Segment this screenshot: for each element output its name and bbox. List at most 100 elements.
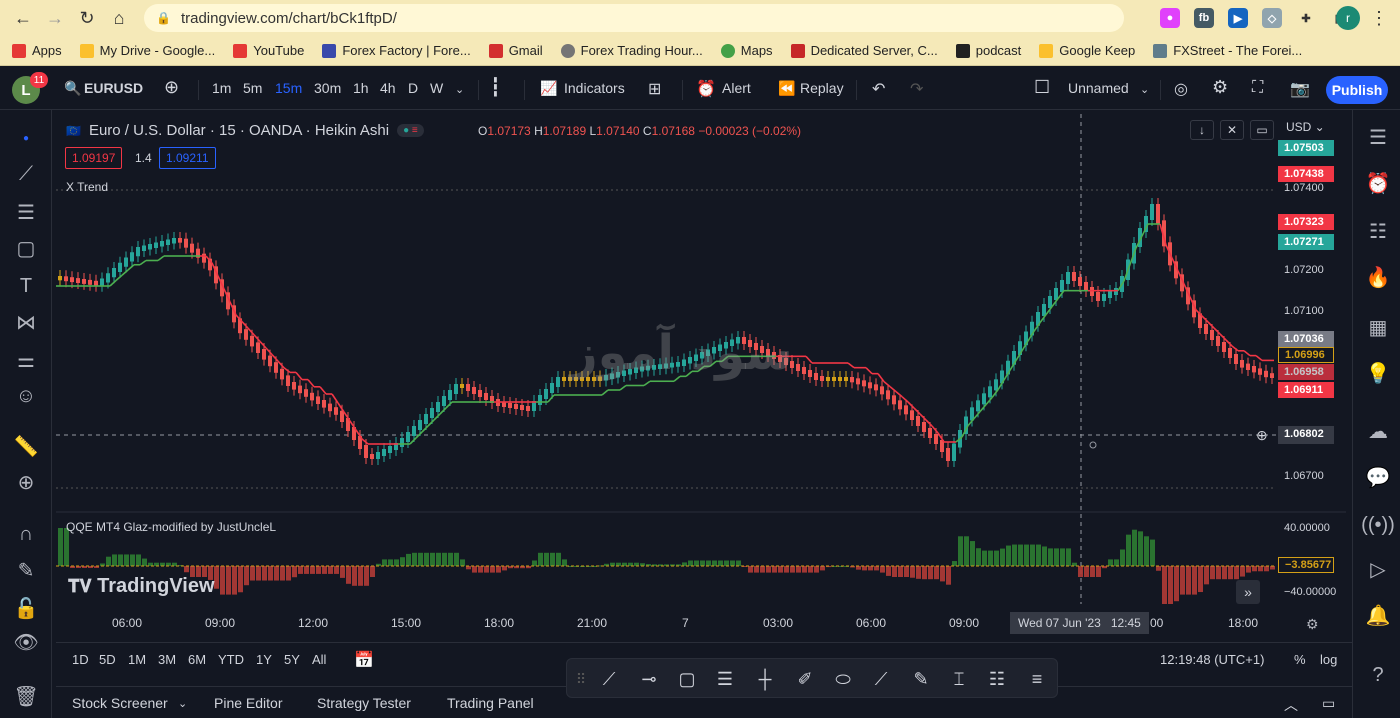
bookmark-fxstreet[interactable]: FXStreet - The Forei... xyxy=(1153,43,1302,58)
back-icon[interactable]: ← xyxy=(8,3,38,33)
zoom-icon[interactable]: ⊕ xyxy=(14,470,38,494)
scroll-right-icon[interactable]: » xyxy=(1236,580,1260,604)
bookmark-forexfactory[interactable]: Forex Factory | Fore... xyxy=(322,43,471,58)
trend-line-icon[interactable]: ⟋ xyxy=(597,667,621,691)
layout-name[interactable]: Unnamed xyxy=(1068,80,1129,96)
range-6m[interactable]: 6M xyxy=(188,652,206,667)
interval-4h[interactable]: 4h xyxy=(380,80,396,96)
replay-button[interactable]: Replay xyxy=(800,80,844,96)
text-cursor-icon[interactable]: ⌶ xyxy=(947,667,971,691)
collapse-icon[interactable]: ✕ xyxy=(1220,120,1244,140)
interval-30m[interactable]: 30m xyxy=(314,80,341,96)
sell-button[interactable]: 1.09197 xyxy=(65,147,123,169)
watchlist-icon[interactable]: ☰ xyxy=(1365,124,1391,150)
home-icon[interactable]: ⌂ xyxy=(104,3,134,33)
search-icon[interactable]: 🔍 xyxy=(64,80,81,97)
signals-icon[interactable]: ((•)) xyxy=(1361,512,1395,538)
trend-line-icon[interactable]: ⟋ xyxy=(14,162,38,186)
tab-stock-screener[interactable]: Stock Screener xyxy=(72,695,168,711)
add-symbol-icon[interactable]: ⊕ xyxy=(164,77,179,98)
bookmark-drive[interactable]: My Drive - Google... xyxy=(79,43,215,58)
arrow-down-icon[interactable]: ↓ xyxy=(1190,120,1214,140)
trash-icon[interactable]: 🗑 xyxy=(13,684,38,708)
interval-1m[interactable]: 1m xyxy=(212,80,231,96)
puzzle-icon[interactable]: ✚ xyxy=(1296,8,1316,28)
lock-icon[interactable]: 🔓 xyxy=(14,596,39,620)
interval-w[interactable]: W xyxy=(430,80,443,96)
ray-icon[interactable]: ⟋ xyxy=(869,667,893,691)
clock-label[interactable]: 12:19:48 (UTC+1) xyxy=(1160,652,1264,667)
range-5y[interactable]: 5Y xyxy=(284,652,300,667)
ellipse-icon[interactable]: ⬭ xyxy=(831,667,855,691)
maximize-icon[interactable]: ▭ xyxy=(1250,120,1274,140)
address-bar[interactable]: 🔒 tradingview.com/chart/bCk1ftpD/ xyxy=(144,4,1124,32)
range-1d[interactable]: 1D xyxy=(72,652,89,667)
pattern-icon[interactable]: ⋈ xyxy=(14,310,38,334)
reload-icon[interactable]: ↻ xyxy=(72,3,102,33)
profile-avatar[interactable]: r xyxy=(1336,6,1360,30)
streams-icon[interactable]: ☁ xyxy=(1365,418,1391,444)
percent-toggle[interactable]: % xyxy=(1294,652,1306,667)
bookmark-apps[interactable]: Apps xyxy=(12,43,62,58)
eye-icon[interactable]: 👁 xyxy=(13,630,38,654)
currency-selector[interactable]: USD ⌄ xyxy=(1286,120,1325,134)
candle-type-icon[interactable]: ┇ xyxy=(490,77,501,98)
text-icon[interactable]: T xyxy=(14,274,38,298)
bookmark-forex-hours[interactable]: Forex Trading Hour... xyxy=(560,43,703,58)
rectangle-icon[interactable]: ▢ xyxy=(675,667,699,691)
fullscreen-icon[interactable]: ⛶ xyxy=(1252,79,1263,97)
interval-d[interactable]: D xyxy=(408,80,418,96)
replay-icon[interactable]: ⏪ xyxy=(778,80,795,97)
drag-handle-icon[interactable]: ⠿ xyxy=(569,667,593,691)
layout-icon[interactable]: ☐ xyxy=(1034,77,1050,98)
parallel-channel-icon[interactable]: ☰ xyxy=(713,667,737,691)
extension-icon[interactable]: fb xyxy=(1194,8,1214,28)
publish-button[interactable]: Publish xyxy=(1326,76,1388,104)
chevron-down-icon[interactable]: ⌄ xyxy=(1140,83,1149,96)
extension-icon[interactable]: ● xyxy=(1160,8,1180,28)
camera-icon[interactable]: 📷 xyxy=(1290,79,1310,99)
forward-icon[interactable]: → xyxy=(40,3,70,33)
symbol-legend[interactable]: 🇪🇺 Euro / U.S. Dollar · 15 · OANDA · Hei… xyxy=(66,122,424,139)
quick-search-icon[interactable]: ◎ xyxy=(1174,79,1188,99)
hotlist-icon[interactable]: 🔥 xyxy=(1365,264,1391,290)
indicator-label[interactable]: QQE MT4 Glaz-modified by JustUncleL xyxy=(66,520,276,534)
undo-icon[interactable]: ↶ xyxy=(872,79,885,99)
magnet-icon[interactable]: ∩ xyxy=(14,522,38,546)
menu-icon[interactable]: ⋮ xyxy=(1364,3,1394,33)
prediction-icon[interactable]: ⚌ xyxy=(14,348,38,372)
interval-5m[interactable]: 5m xyxy=(243,80,262,96)
alert-button[interactable]: Alert xyxy=(722,80,751,96)
bookmark-podcast[interactable]: podcast xyxy=(955,43,1021,58)
fib-icon[interactable]: ☰ xyxy=(14,200,38,224)
notifications-icon[interactable]: 🔔 xyxy=(1365,602,1391,628)
ruler-icon[interactable]: 📏 xyxy=(14,434,39,458)
chevron-down-icon[interactable]: ⌄ xyxy=(178,697,187,710)
tab-strategy-tester[interactable]: Strategy Tester xyxy=(317,695,411,711)
chat-icon[interactable]: 💬 xyxy=(1365,464,1391,490)
buy-button[interactable]: 1.09211 xyxy=(159,147,216,169)
range-all[interactable]: All xyxy=(312,652,326,667)
bookmark-keep[interactable]: Google Keep xyxy=(1039,43,1135,58)
calendar-icon[interactable]: ▦ xyxy=(1365,314,1391,340)
play-icon[interactable]: ▷ xyxy=(1365,556,1391,582)
fib-icon[interactable]: ☷ xyxy=(985,667,1009,691)
brush-icon[interactable]: ✐ xyxy=(793,667,817,691)
shape-icon[interactable]: ▢ xyxy=(14,236,38,260)
maximize-panel-icon[interactable]: ▭ xyxy=(1322,695,1335,712)
highlighter-icon[interactable]: ✎ xyxy=(909,667,933,691)
goto-date-icon[interactable]: 📅 xyxy=(354,650,374,670)
emoji-icon[interactable]: ☺ xyxy=(14,384,38,408)
indicators-icon[interactable]: 📈 xyxy=(540,80,557,97)
crosshair-icon[interactable]: ┼ xyxy=(753,667,777,691)
range-ytd[interactable]: YTD xyxy=(218,652,244,667)
range-1m[interactable]: 1M xyxy=(128,652,146,667)
stay-drawing-icon[interactable]: ✎ xyxy=(14,558,38,582)
add-alert-icon[interactable]: ⊕ xyxy=(1256,427,1268,444)
range-5d[interactable]: 5D xyxy=(99,652,116,667)
chevron-down-icon[interactable]: ⌄ xyxy=(455,83,464,96)
extension-icon[interactable]: ▶ xyxy=(1228,8,1248,28)
chevron-up-icon[interactable]: ︿ xyxy=(1284,695,1298,715)
interval-15m[interactable]: 15m xyxy=(275,80,302,96)
bookmark-maps[interactable]: Maps xyxy=(720,43,773,58)
